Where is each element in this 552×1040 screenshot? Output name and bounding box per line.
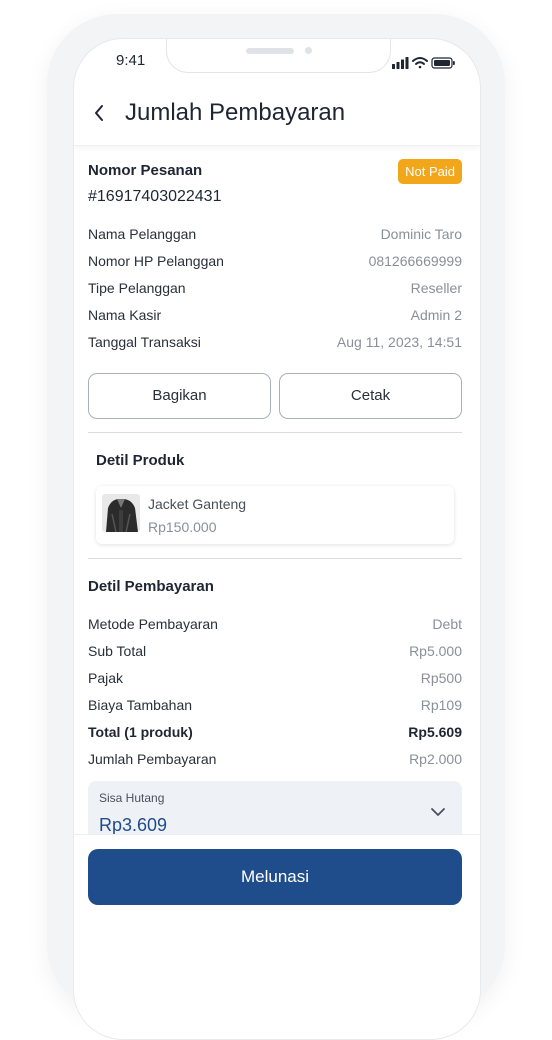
signal-icon	[392, 57, 409, 69]
payment-value: Rp109	[420, 697, 462, 713]
payment-row-amount-paid: Jumlah Pembayaran Rp2.000	[88, 751, 462, 771]
detail-label: Tipe Pelanggan	[88, 280, 186, 296]
detail-row-customer-name: Nama Pelanggan Dominic Taro	[88, 226, 462, 246]
order-header: Nomor Pesanan #16917403022431 Not Paid	[88, 159, 462, 209]
payment-label: Pajak	[88, 670, 124, 686]
detail-value: Dominic Taro	[380, 226, 462, 242]
detail-value: Admin 2	[410, 307, 462, 323]
detail-value: Aug 11, 2023, 14:51	[336, 334, 462, 350]
detail-label: Tanggal Transaksi	[88, 334, 201, 350]
payment-label: Metode Pembayaran	[88, 616, 218, 632]
divider	[88, 432, 462, 433]
product-thumbnail	[102, 494, 140, 532]
order-number-label: Nomor Pesanan	[88, 162, 203, 179]
share-button[interactable]: Bagikan	[88, 373, 271, 419]
battery-icon	[431, 57, 455, 69]
product-card[interactable]: Jacket Ganteng Rp150.000	[96, 486, 454, 544]
payment-row-total: Total (1 produk) Rp5.609	[88, 724, 462, 744]
detail-value: 081266669999	[368, 253, 462, 269]
payment-row-additional-fee: Biaya Tambahan Rp109	[88, 697, 462, 717]
bottom-action-bar: Melunasi	[74, 834, 480, 1035]
phone-notch	[166, 39, 391, 73]
payment-value: Rp5.609	[408, 724, 462, 740]
detail-label: Nomor HP Pelanggan	[88, 253, 224, 269]
detail-row-customer-type: Tipe Pelanggan Reseller	[88, 280, 462, 300]
payment-label: Sub Total	[88, 643, 147, 659]
payment-row-tax: Pajak Rp500	[88, 670, 462, 690]
payment-row-method: Metode Pembayaran Debt	[88, 616, 462, 636]
detail-label: Nama Kasir	[88, 307, 162, 323]
order-number: #16917403022431	[88, 188, 222, 205]
payment-value: Rp2.000	[409, 751, 462, 767]
app-header: Jumlah Pembayaran	[74, 87, 480, 146]
payment-label: Biaya Tambahan	[88, 697, 193, 713]
detail-label: Nama Pelanggan	[88, 226, 197, 242]
chevron-down-icon[interactable]	[430, 807, 446, 817]
page-title: Jumlah Pembayaran	[125, 99, 346, 126]
back-arrow-icon[interactable]	[92, 101, 106, 125]
payment-value: Rp5.000	[409, 643, 462, 659]
remaining-debt-label: Sisa Hutang	[99, 791, 165, 805]
payment-section-title: Detil Pembayaran	[88, 578, 214, 595]
camera-dot	[305, 47, 312, 54]
status-icons	[392, 57, 455, 69]
product-price: Rp150.000	[148, 519, 217, 535]
wifi-icon	[412, 57, 428, 69]
remaining-debt-amount: Rp3.609	[99, 815, 168, 835]
payment-label: Total (1 produk)	[88, 724, 193, 740]
print-button[interactable]: Cetak	[279, 373, 462, 419]
detail-row-cashier: Nama Kasir Admin 2	[88, 307, 462, 327]
settle-payment-button[interactable]: Melunasi	[88, 849, 462, 905]
phone-screen: 9:41 Jumlah Pembayaran Nomor Pesanan #16…	[73, 38, 481, 1040]
product-section-title: Detil Produk	[96, 452, 185, 469]
status-badge: Not Paid	[398, 159, 462, 184]
payment-label: Jumlah Pembayaran	[88, 751, 217, 767]
payment-value: Debt	[432, 616, 462, 632]
detail-value: Reseller	[410, 280, 462, 296]
status-time: 9:41	[116, 52, 146, 69]
divider	[88, 558, 462, 559]
payment-row-subtotal: Sub Total Rp5.000	[88, 643, 462, 663]
detail-row-transaction-date: Tanggal Transaksi Aug 11, 2023, 14:51	[88, 334, 462, 354]
product-name: Jacket Ganteng	[148, 496, 247, 512]
detail-row-customer-phone: Nomor HP Pelanggan 081266669999	[88, 253, 462, 273]
speaker-grille	[246, 48, 294, 54]
payment-value: Rp500	[420, 670, 462, 686]
